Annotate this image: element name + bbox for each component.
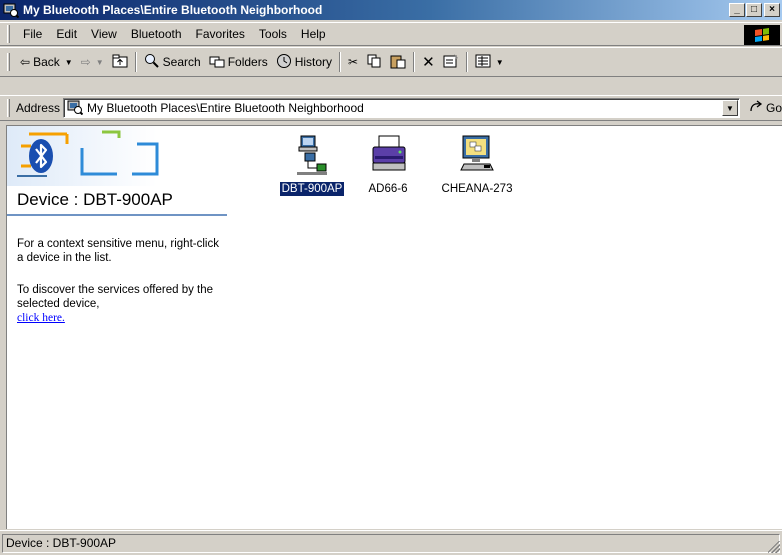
up-folder-button[interactable]	[108, 50, 132, 74]
discover-services-hint: To discover the services offered by the …	[17, 283, 227, 325]
paste-button[interactable]	[386, 50, 410, 74]
address-dropdown-icon[interactable]: ▼	[721, 100, 738, 116]
menu-bar: File Edit View Bluetooth Favorites Tools…	[0, 22, 782, 46]
back-label: Back	[33, 55, 60, 69]
search-icon	[144, 53, 160, 72]
history-button[interactable]: History	[272, 50, 336, 74]
title-bar[interactable]: My Bluetooth Places\Entire Bluetooth Nei…	[0, 0, 782, 20]
folders-button[interactable]: Folders	[205, 50, 272, 74]
bluetooth-places-icon	[67, 99, 84, 118]
copy-button[interactable]	[362, 50, 386, 74]
device-title: Device : DBT-900AP	[17, 190, 173, 209]
address-bar: Address My Bluetooth Places\Entire Bluet…	[0, 95, 782, 121]
delete-x-icon: ✕	[422, 54, 435, 71]
folders-icon	[209, 54, 225, 71]
toolbar-separator	[465, 52, 468, 72]
address-label: Address	[15, 101, 60, 115]
device-item-cheana-273[interactable]: CHEANA-273	[432, 134, 522, 196]
address-value: My Bluetooth Places\Entire Bluetooth Nei…	[86, 101, 364, 115]
properties-button[interactable]	[439, 50, 463, 74]
back-arrow-icon: ⇦	[20, 55, 31, 69]
search-button[interactable]: Search	[140, 50, 205, 74]
history-label: History	[294, 55, 333, 69]
delete-button[interactable]: ✕	[418, 50, 439, 74]
bluetooth-banner	[7, 126, 229, 186]
printer-icon	[371, 134, 406, 174]
title-divider	[7, 214, 227, 216]
menu-help[interactable]: Help	[294, 25, 333, 43]
views-button[interactable]: ▼	[471, 50, 508, 74]
computer-icon	[460, 134, 494, 174]
network-access-point-icon	[295, 134, 329, 175]
status-text: Device : DBT-900AP	[2, 534, 780, 553]
address-input[interactable]: My Bluetooth Places\Entire Bluetooth Nei…	[62, 98, 740, 118]
address-grip[interactable]	[7, 99, 10, 117]
copy-icon	[366, 53, 382, 72]
go-arrow-icon	[748, 99, 764, 117]
back-button[interactable]: ⇦ Back ▼	[16, 50, 77, 74]
info-pane: Device : DBT-900AP For a context sensiti…	[7, 126, 229, 529]
scissors-icon: ✂	[348, 55, 359, 69]
folders-label: Folders	[227, 55, 268, 69]
cut-button[interactable]: ✂	[344, 50, 362, 74]
forward-button[interactable]: ⇨ ▼	[77, 50, 108, 74]
toolbar-separator	[134, 52, 137, 72]
bluetooth-places-icon	[3, 2, 20, 19]
click-here-link[interactable]: click here.	[17, 312, 65, 324]
menu-bluetooth[interactable]: Bluetooth	[124, 25, 189, 43]
minimize-button[interactable]: _	[729, 3, 745, 17]
paste-icon	[390, 53, 406, 72]
windows-logo-icon	[744, 25, 780, 45]
back-dropdown-icon[interactable]: ▼	[65, 58, 73, 67]
standard-toolbar: ⇦ Back ▼ ⇨ ▼ Search Folders History ✂ ✕ …	[0, 47, 782, 77]
search-label: Search	[162, 55, 201, 69]
window-title: My Bluetooth Places\Entire Bluetooth Nei…	[23, 3, 323, 17]
properties-icon	[443, 53, 459, 72]
device-item-ad66-6[interactable]: AD66-6	[343, 134, 433, 196]
device-label: CHEANA-273	[441, 183, 513, 195]
menu-favorites[interactable]: Favorites	[189, 25, 252, 43]
content-area[interactable]: Device : DBT-900AP For a context sensiti…	[6, 125, 782, 529]
views-icon	[475, 54, 491, 71]
status-bar: Device : DBT-900AP	[0, 530, 782, 555]
context-menu-hint: For a context sensitive menu, right-clic…	[17, 238, 219, 264]
resize-grip-icon[interactable]	[768, 541, 780, 553]
maximize-button[interactable]: □	[746, 3, 762, 17]
device-label: DBT-900AP	[278, 181, 346, 197]
toolbar-separator	[339, 52, 342, 72]
discover-services-text: To discover the services offered by the …	[17, 284, 214, 310]
go-button[interactable]: Go	[748, 99, 782, 117]
toolbar-grip[interactable]	[7, 53, 10, 71]
views-dropdown-icon[interactable]: ▼	[496, 58, 504, 67]
menubar-grip[interactable]	[7, 25, 10, 43]
forward-dropdown-icon[interactable]: ▼	[96, 58, 104, 67]
toolbar-separator	[413, 52, 416, 72]
menu-edit[interactable]: Edit	[49, 25, 84, 43]
device-label: AD66-6	[368, 183, 408, 195]
go-label: Go	[765, 101, 782, 115]
menu-tools[interactable]: Tools	[252, 25, 294, 43]
menu-view[interactable]: View	[84, 25, 124, 43]
close-button[interactable]: ×	[764, 3, 780, 17]
history-icon	[276, 53, 292, 72]
menu-file[interactable]: File	[16, 25, 49, 43]
forward-arrow-icon: ⇨	[80, 55, 91, 69]
up-folder-icon	[112, 54, 128, 71]
